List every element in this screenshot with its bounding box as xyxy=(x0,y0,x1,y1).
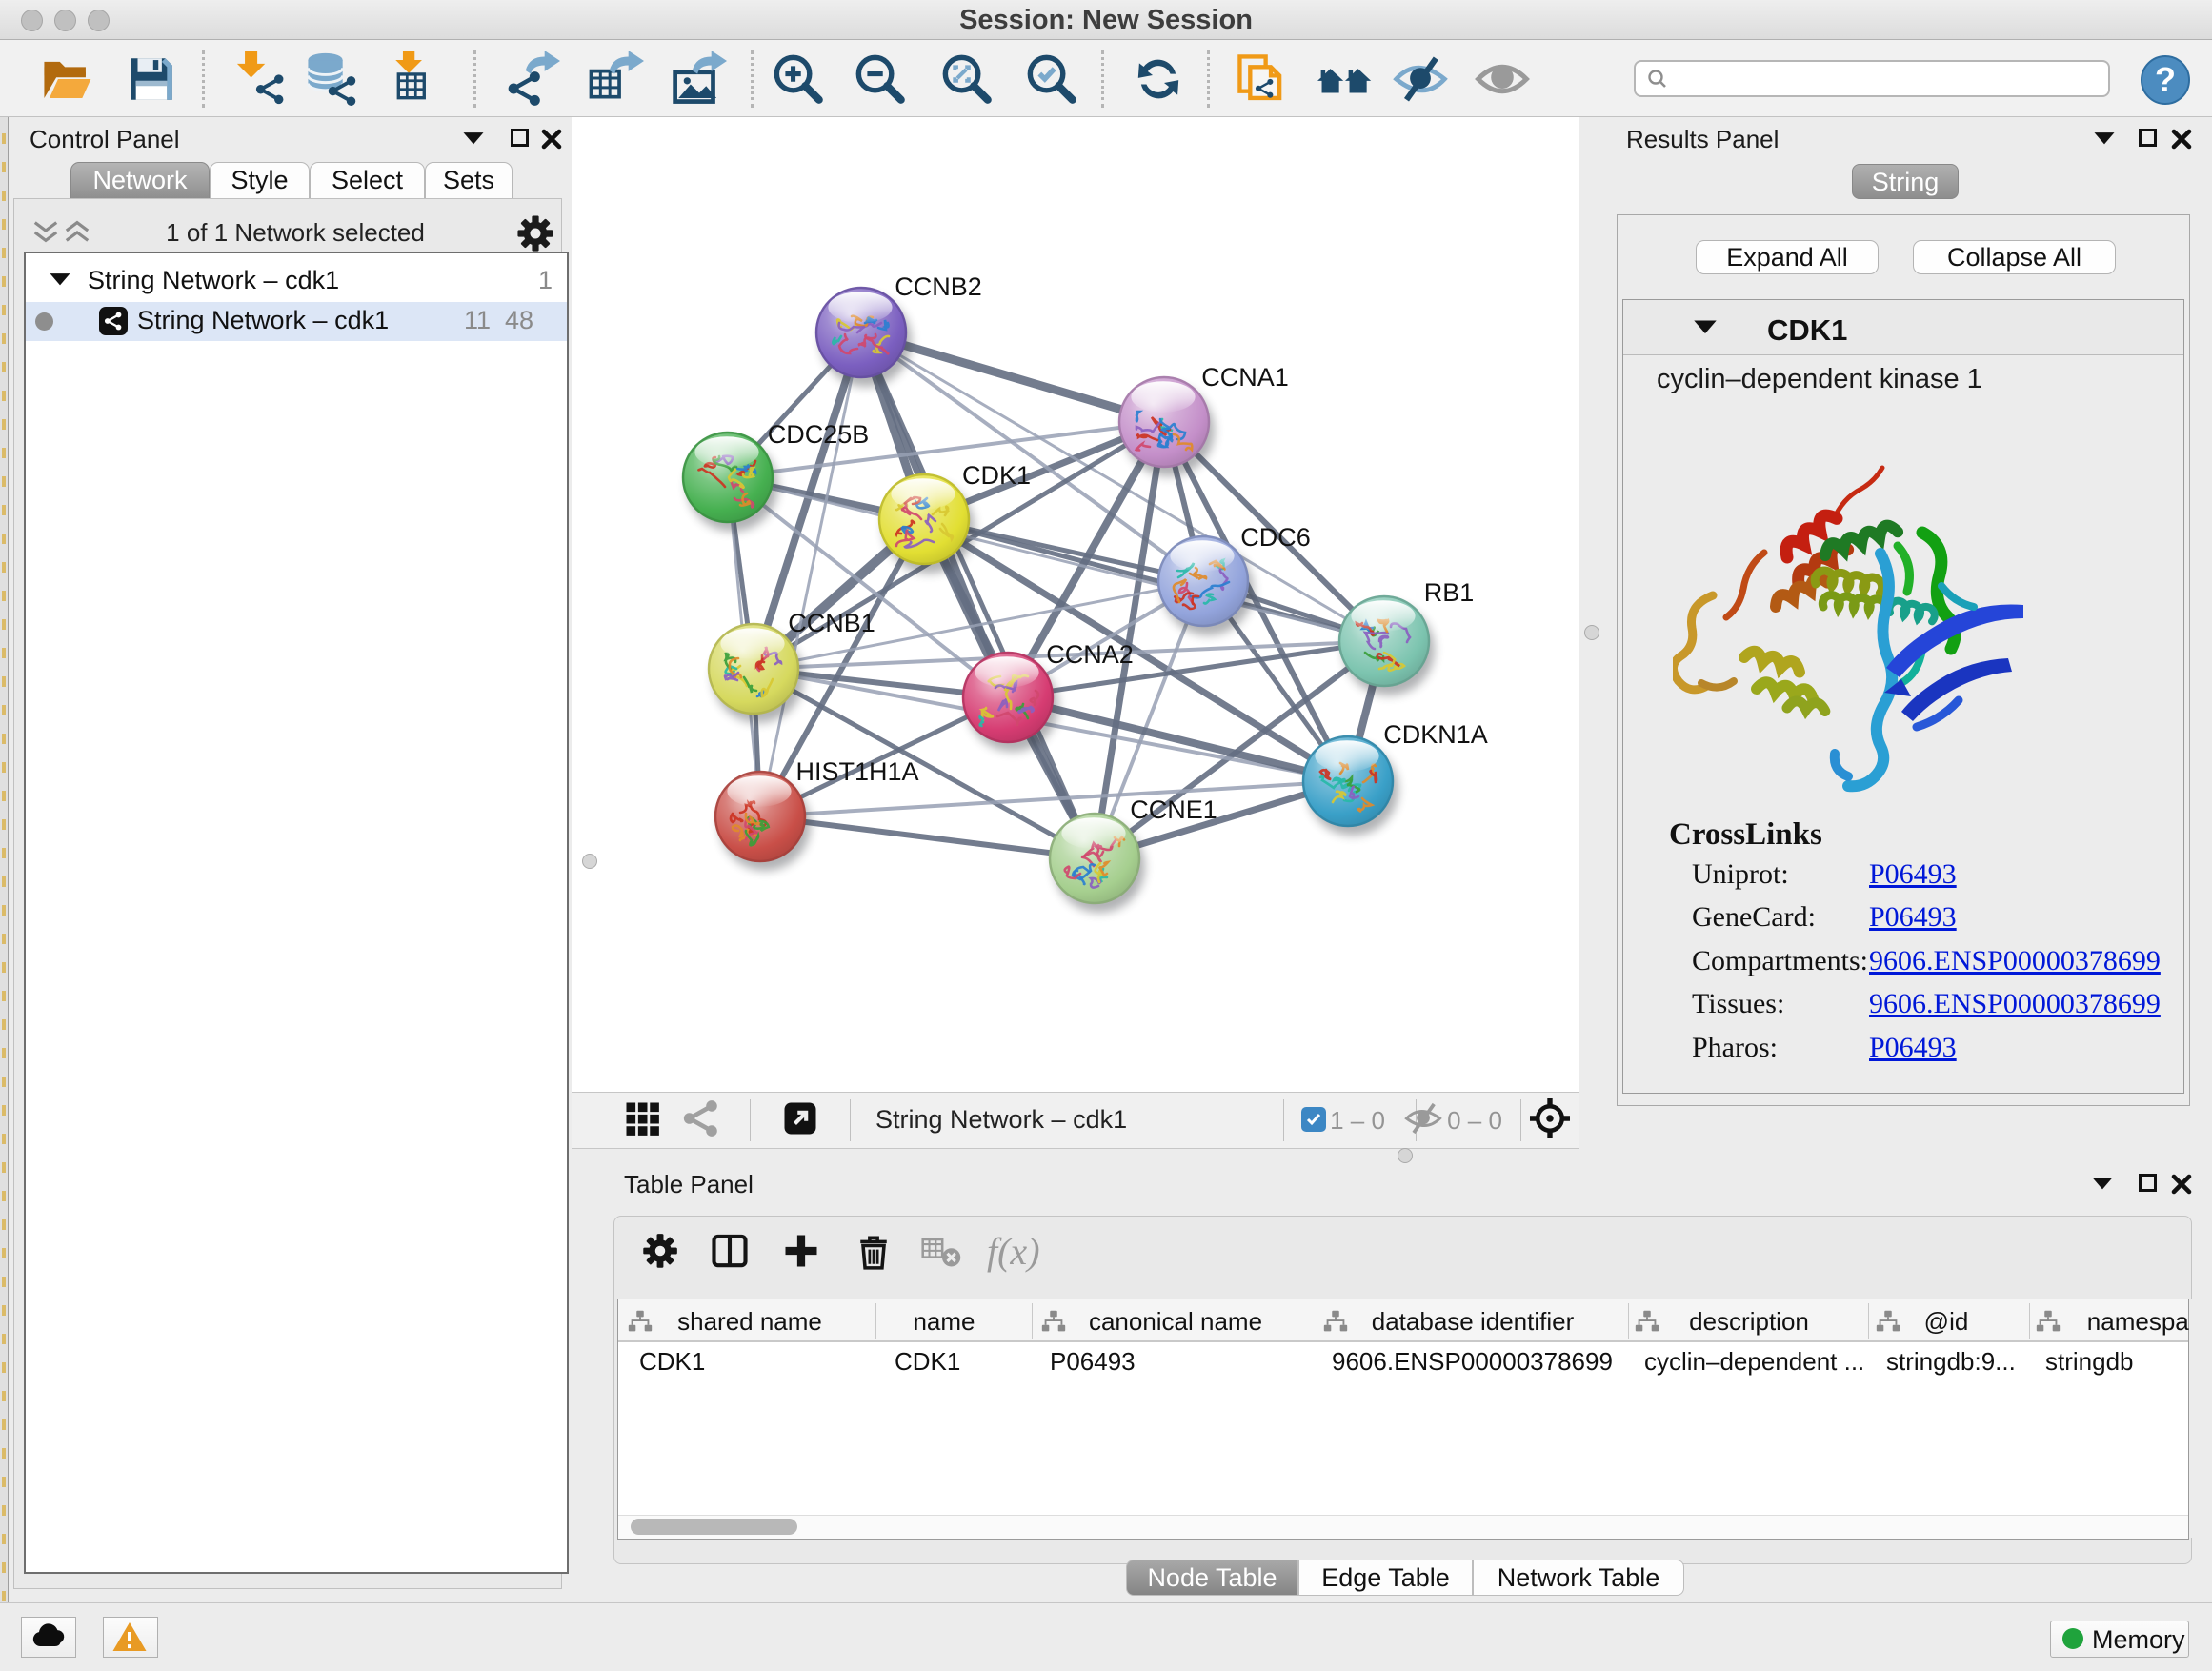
svg-text:CCNA2: CCNA2 xyxy=(1046,640,1134,669)
svg-text:CDC6: CDC6 xyxy=(1240,523,1311,552)
svg-text:CDC25B: CDC25B xyxy=(768,420,870,449)
svg-text:CCNB2: CCNB2 xyxy=(895,272,982,301)
svg-text:RB1: RB1 xyxy=(1424,578,1475,607)
svg-text:CDKN1A: CDKN1A xyxy=(1383,720,1488,749)
svg-text:CCNB1: CCNB1 xyxy=(788,609,875,637)
svg-text:CCNA1: CCNA1 xyxy=(1201,363,1289,392)
svg-text:CCNE1: CCNE1 xyxy=(1130,795,1217,824)
svg-text:CDK1: CDK1 xyxy=(962,461,1031,490)
svg-text:HIST1H1A: HIST1H1A xyxy=(795,757,918,786)
